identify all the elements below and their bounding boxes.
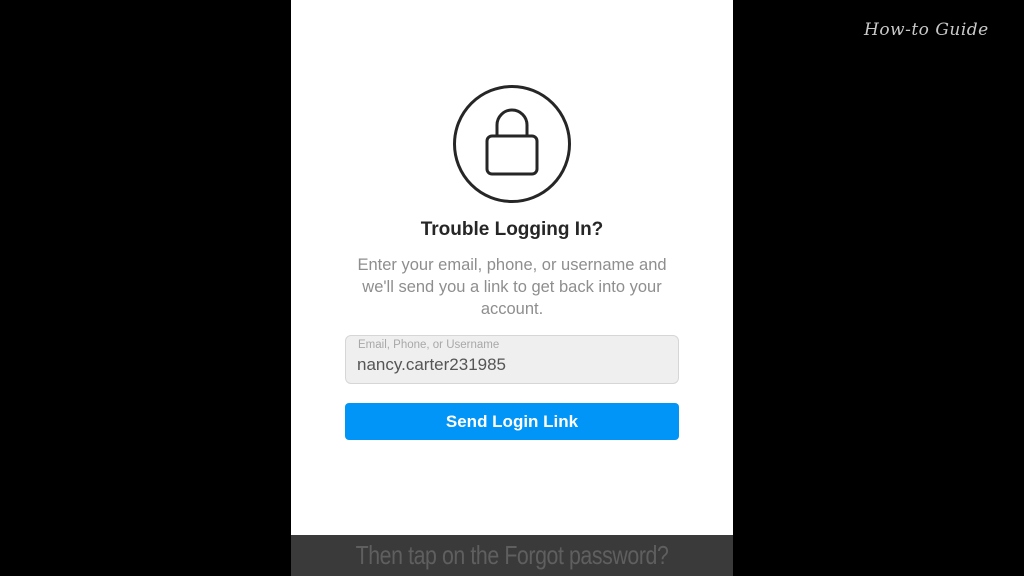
lock-icon-graphic [485,108,539,176]
identifier-field-value[interactable]: nancy.carter231985 [357,355,506,375]
page-title: Trouble Logging In? [420,219,604,240]
lock-icon [453,85,571,203]
identifier-field[interactable]: Email, Phone, or Username nancy.carter23… [345,335,679,384]
video-frame: How-to Guide Trouble Logging In? Enter y… [0,0,1024,576]
instructions-text: Enter your email, phone, or username and… [357,256,667,318]
identifier-field-label: Email, Phone, or Username [358,339,500,351]
phone-screen: Trouble Logging In? Enter your email, ph… [291,0,733,576]
send-login-link-button[interactable]: Send Login Link [345,403,679,440]
watermark: How-to Guide [864,20,989,40]
subtitle-bar: Then tap on the Forgot password? [291,535,733,576]
subtitle-text: Then tap on the Forgot password? [355,540,669,570]
